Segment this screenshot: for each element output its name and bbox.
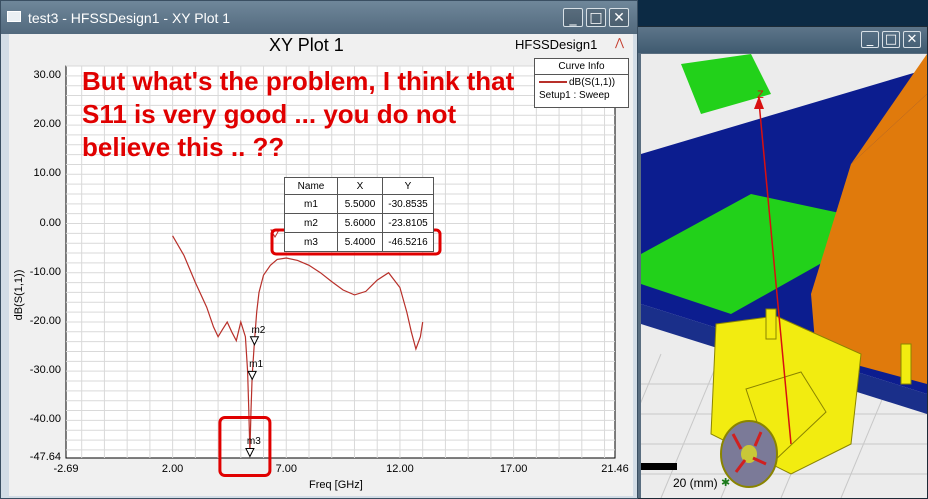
- window-app-icon: [7, 11, 21, 22]
- design-name: HFSSDesign1: [515, 37, 598, 52]
- scale-label: 20 (mm): [673, 476, 718, 490]
- marker-x: 5.6000: [337, 213, 383, 233]
- column-header: Y: [382, 177, 434, 195]
- z-axis-label: Z: [757, 89, 764, 101]
- annotation-text: But what's the problem, I think that S11…: [82, 66, 515, 162]
- model-viewport[interactable]: Z ✱ 20 (mm): [641, 54, 927, 498]
- marker-name: m3: [284, 232, 338, 252]
- marker-y: -46.5216: [382, 232, 434, 252]
- scale-bar: [641, 463, 677, 470]
- maximize-button[interactable]: □: [882, 31, 900, 48]
- table-row[interactable]: m1 5.5000 -30.8535: [284, 194, 434, 214]
- marker-label: m1: [249, 359, 264, 371]
- window-title: test3 - HFSSDesign1 - XY Plot 1: [28, 10, 231, 26]
- x-tick-label: 12.00: [386, 463, 414, 475]
- marker-name: m1: [284, 194, 338, 214]
- marker-label: m3: [246, 436, 261, 448]
- ansoft-logo-icon: ⋀: [615, 37, 625, 49]
- marker-y: -23.8105: [382, 213, 434, 233]
- plot-window-controls: _ □ ✕: [563, 8, 629, 27]
- x-tick-label: 7.00: [275, 463, 297, 475]
- close-button[interactable]: ✕: [609, 8, 629, 27]
- marker-label: m2: [251, 324, 266, 336]
- y-tick-label: 0.00: [39, 216, 61, 229]
- chart-title: XY Plot 1: [269, 35, 344, 55]
- connector-pin: [765, 308, 777, 340]
- marker-x: 5.4000: [337, 232, 383, 252]
- y-tick-label: 10.00: [33, 167, 61, 180]
- close-button[interactable]: ✕: [903, 31, 921, 48]
- model-render: Z ✱: [641, 54, 927, 498]
- minimize-button[interactable]: _: [563, 8, 583, 27]
- xy-plot-window[interactable]: test3 - HFSSDesign1 - XY Plot 1 _ □ ✕ 30…: [0, 0, 638, 499]
- plot-area[interactable]: 30.00 20.00 10.00 0.00 -10.00 -20.00 -30.00 -40…: [9, 34, 633, 496]
- marker-y: -30.8535: [382, 194, 434, 214]
- marker-name: m2: [284, 213, 338, 233]
- x-tick-label: 17.00: [499, 463, 528, 475]
- legend-trace-name: dB(S(1,1)): [569, 77, 616, 88]
- x-tick-label: 21.46: [601, 463, 629, 475]
- axis-triad-x: ✱: [721, 477, 730, 489]
- model-window-controls: _ □ ✕: [861, 31, 921, 48]
- y-axis-label: dB(S(1,1)): [13, 269, 25, 321]
- x-tick-label: -2.69: [53, 463, 79, 475]
- y-tick-label: -40.00: [29, 413, 61, 426]
- model-window[interactable]: _ □ ✕ Z ✱ 20 (mm): [632, 26, 928, 499]
- y-tick-label: -30.00: [29, 364, 61, 377]
- table-row[interactable]: m2 5.6000 -23.8105: [284, 213, 434, 233]
- legend-setup: Setup1 : Sweep: [539, 90, 610, 101]
- x-tick-label: 2.00: [161, 463, 184, 475]
- marker-table[interactable]: Name X Y m1 5.5000 -30.8535 m2 5.6000 -2…: [284, 177, 434, 252]
- curve-info-legend[interactable]: Curve Info dB(S(1,1)) Setup1 : Sweep: [534, 58, 629, 108]
- plot-window-titlebar[interactable]: test3 - HFSSDesign1 - XY Plot 1 _ □ ✕: [1, 1, 637, 34]
- x-axis-label: Freq [GHz]: [309, 479, 363, 491]
- legend-entry: dB(S(1,1)): [539, 77, 615, 88]
- column-header: X: [337, 177, 383, 195]
- maximize-button[interactable]: □: [586, 8, 606, 27]
- legend-swatch: [539, 81, 567, 84]
- marker-x: 5.5000: [337, 194, 383, 214]
- table-row[interactable]: m3 5.4000 -46.5216: [284, 232, 434, 252]
- connector-pin: [900, 343, 912, 385]
- minimize-button[interactable]: _: [861, 31, 879, 48]
- column-header: Name: [284, 177, 338, 195]
- y-tick-label: 20.00: [33, 118, 61, 131]
- y-tick-label: 30.00: [33, 68, 61, 81]
- curve-info-header: Curve Info: [535, 59, 628, 75]
- y-tick-label: -47.64: [29, 451, 61, 463]
- marker-table-header: Name X Y: [284, 177, 434, 195]
